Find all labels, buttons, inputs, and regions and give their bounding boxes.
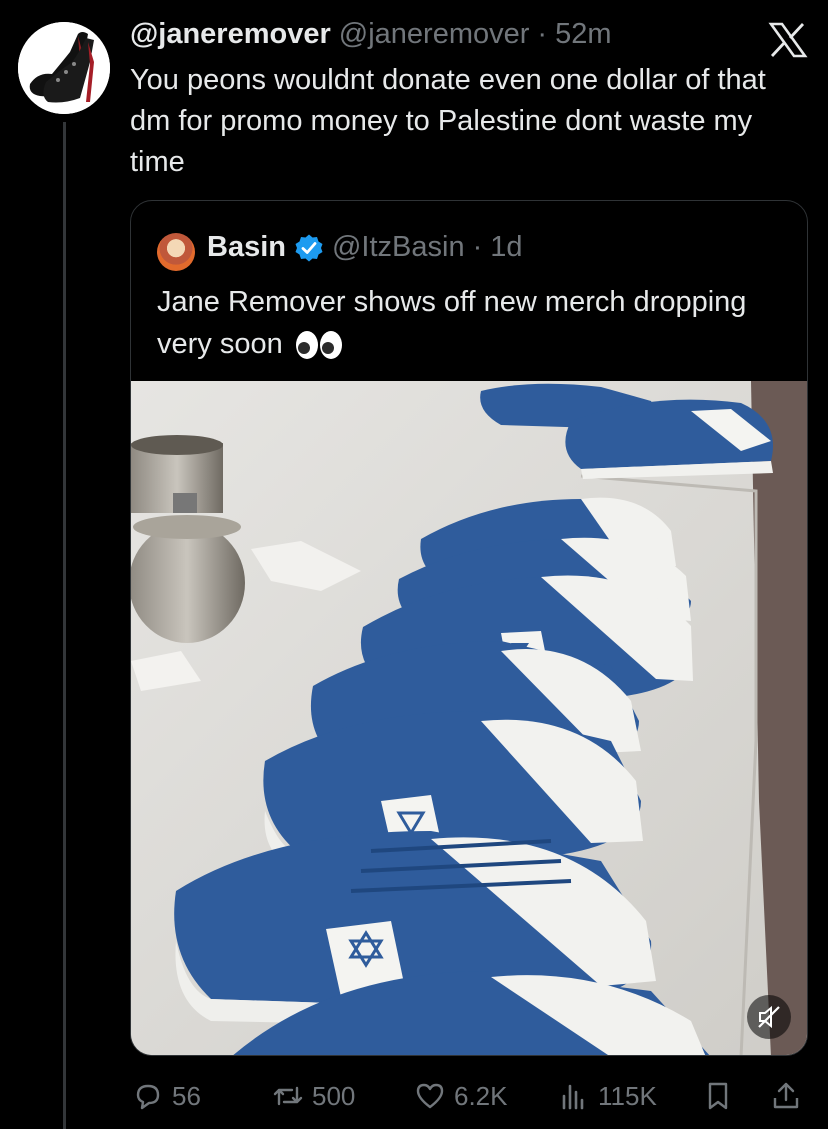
x-logo-icon[interactable] bbox=[768, 22, 808, 58]
muted-speaker-icon bbox=[758, 1005, 780, 1029]
quoted-separator: · bbox=[472, 231, 483, 263]
display-name[interactable]: @janeremover bbox=[130, 18, 331, 51]
tweet: @janeremover @janeremover · 52m You peons … bbox=[0, 0, 828, 1129]
quoted-timestamp[interactable]: 1d bbox=[490, 231, 522, 264]
views-button[interactable]: 115K bbox=[558, 1074, 657, 1118]
share-icon bbox=[773, 1082, 799, 1109]
quoted-header: Basin @ItzBasin · 1d bbox=[207, 231, 523, 264]
verified-badge-icon bbox=[295, 234, 323, 261]
bookmark-icon bbox=[708, 1082, 728, 1110]
share-button[interactable] bbox=[770, 1074, 802, 1118]
quoted-tweet[interactable]: Basin @ItzBasin · 1d Jane Remover shows of… bbox=[130, 200, 808, 1056]
reply-button[interactable]: 56 bbox=[132, 1074, 201, 1118]
quoted-display-name[interactable]: Basin bbox=[207, 231, 286, 264]
quoted-handle[interactable]: @ItzBasin bbox=[332, 231, 465, 264]
like-count: 6.2K bbox=[454, 1080, 508, 1111]
avatar[interactable] bbox=[18, 22, 110, 114]
views-icon bbox=[562, 1084, 584, 1110]
eyes-emoji bbox=[295, 331, 342, 360]
thread-line bbox=[63, 122, 66, 1129]
quoted-text: Jane Remover shows off new merch droppin… bbox=[157, 281, 777, 365]
reply-count: 56 bbox=[172, 1080, 201, 1111]
repost-icon bbox=[273, 1086, 303, 1106]
heart-icon bbox=[416, 1083, 444, 1109]
handle[interactable]: @janeremover bbox=[339, 18, 530, 51]
action-bar: 56 500 6.2K 115K bbox=[130, 1074, 810, 1118]
timestamp[interactable]: 52m bbox=[555, 18, 611, 51]
video-frame bbox=[131, 381, 807, 1055]
quoted-avatar[interactable] bbox=[157, 233, 195, 271]
repost-button[interactable]: 500 bbox=[272, 1074, 355, 1118]
views-count: 115K bbox=[598, 1080, 657, 1111]
mute-button[interactable] bbox=[747, 995, 791, 1039]
bookmark-button[interactable] bbox=[702, 1074, 734, 1118]
reply-icon bbox=[136, 1084, 160, 1110]
repost-count: 500 bbox=[312, 1080, 356, 1111]
post-header: @janeremover @janeremover · 52m bbox=[130, 18, 611, 51]
quoted-video[interactable] bbox=[131, 381, 807, 1055]
quoted-text-body: Jane Remover shows off new merch droppin… bbox=[157, 286, 747, 360]
separator: · bbox=[537, 18, 548, 50]
like-button[interactable]: 6.2K bbox=[414, 1074, 508, 1118]
post-text: You peons wouldnt donate even one dollar… bbox=[130, 64, 766, 178]
